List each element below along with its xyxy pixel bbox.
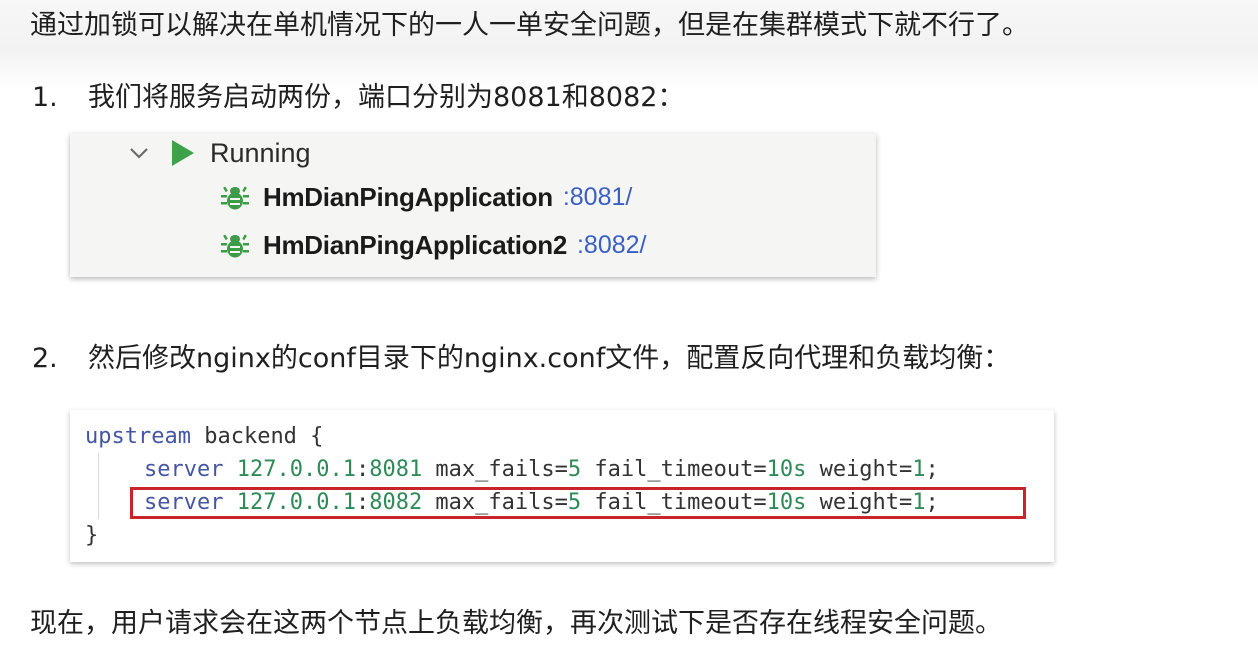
run-panel-screenshot: Running HmDianPingApplication :8081/ HmD…: [70, 133, 876, 277]
code-number: 1: [912, 457, 926, 482]
running-group-label: Running: [210, 137, 311, 168]
code-keyword: server: [144, 457, 224, 482]
code-line-upstream: upstream backend {: [85, 421, 323, 453]
chevron-down-icon: [130, 148, 148, 159]
run-config-item: HmDianPingApplication :8081/: [220, 177, 632, 217]
code-text: backend {: [190, 424, 324, 449]
code-line-server-1: server 127.0.0.1:8081 max_fails=5 fail_t…: [144, 457, 939, 482]
step-1-number: 1.: [32, 82, 58, 113]
step-2-text: 然后修改nginx的conf目录下的nginx.conf文件，配置反向代理和负载…: [88, 343, 1011, 374]
code-text: ;: [925, 457, 939, 482]
bug-icon: [221, 186, 249, 210]
play-icon: [172, 140, 194, 166]
code-number: 10s: [766, 457, 807, 482]
code-keyword: upstream: [85, 424, 191, 449]
code-text: fail_timeout=: [581, 457, 767, 482]
running-group-row: Running: [128, 133, 311, 173]
code-port: 8081: [369, 457, 423, 482]
step-2-number: 2.: [32, 343, 58, 374]
app-name: HmDianPingApplication2: [263, 229, 567, 260]
code-text: weight=: [806, 457, 913, 482]
code-number: 5: [567, 457, 582, 482]
code-ip: 127.0.0.1: [236, 457, 356, 482]
outro-paragraph: 现在，用户请求会在这两个节点上负载均衡，再次测试下是否存在线程安全问题。: [30, 608, 1002, 639]
app-port-link[interactable]: :8081/: [563, 183, 633, 212]
indent-guide: [98, 453, 99, 519]
step-1-text: 我们将服务启动两份，端口分别为8081和8082：: [88, 82, 685, 113]
code-text: max_fails=: [422, 457, 568, 482]
bug-icon: [221, 234, 249, 258]
highlight-box: [130, 487, 1026, 519]
app-port-link[interactable]: :8082/: [577, 231, 647, 260]
nginx-code-block: upstream backend { server 127.0.0.1:8081…: [70, 410, 1054, 562]
run-config-item: HmDianPingApplication2 :8082/: [220, 225, 647, 265]
intro-paragraph: 通过加锁可以解决在单机情况下的一人一单安全问题，但是在集群模式下就不行了。: [30, 10, 1029, 41]
app-name: HmDianPingApplication: [263, 181, 553, 212]
code-line-closing: }: [85, 523, 99, 548]
